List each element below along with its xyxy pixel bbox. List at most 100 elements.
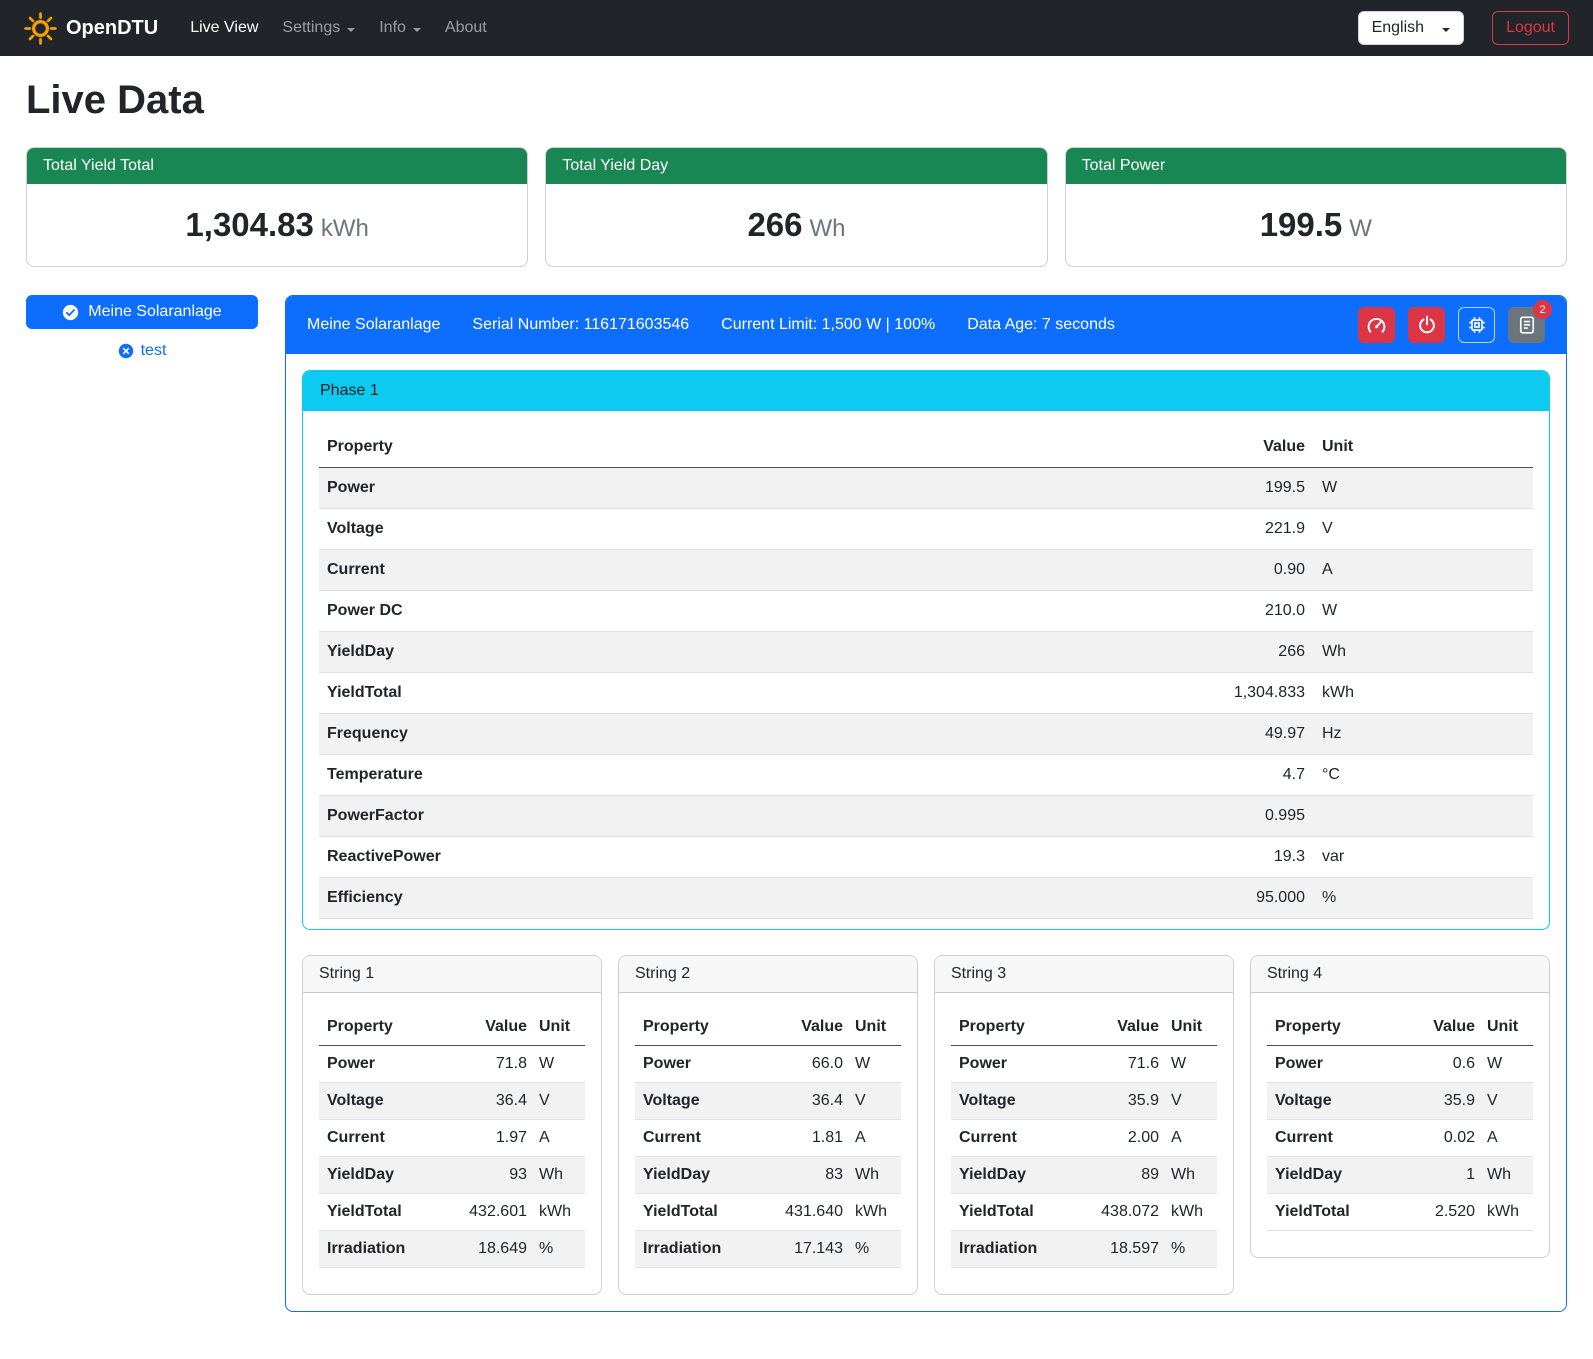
- device-info-button[interactable]: [1458, 307, 1495, 343]
- value-cell: 18.597: [1079, 1240, 1159, 1258]
- total-power-card: Total Power 199.5W: [1065, 147, 1567, 267]
- unit-cell: W: [1159, 1055, 1209, 1073]
- check-circle-icon: [62, 304, 79, 321]
- value-cell: 2.520: [1395, 1203, 1475, 1221]
- power-icon: [1417, 315, 1437, 335]
- property-cell: Temperature: [327, 766, 1185, 784]
- inverter-select-button[interactable]: Meine Solaranlage: [26, 295, 258, 329]
- nav-about-label: About: [445, 19, 487, 37]
- table-row: Power199.5W: [319, 468, 1533, 509]
- table-row: YieldDay93Wh: [319, 1157, 585, 1194]
- unit-cell: kWh: [1475, 1203, 1525, 1221]
- property-cell: YieldDay: [643, 1166, 763, 1184]
- unit-cell: W: [527, 1055, 577, 1073]
- unit-cell: A: [1475, 1129, 1525, 1147]
- brand-name: OpenDTU: [66, 17, 158, 40]
- property-cell: YieldTotal: [327, 684, 1185, 702]
- unit-cell: kWh: [1305, 684, 1525, 702]
- value-cell: 0.995: [1185, 807, 1305, 825]
- unit-cell: %: [1159, 1240, 1209, 1258]
- unit-header: Unit: [1475, 1018, 1525, 1036]
- table-row: Irradiation17.143%: [635, 1231, 901, 1268]
- unit-cell: kWh: [843, 1203, 893, 1221]
- nav-live-view-label: Live View: [190, 19, 258, 37]
- value-cell: 431.640: [763, 1203, 843, 1221]
- value-cell: 0.6: [1395, 1055, 1475, 1073]
- string-card: String 1 Property Value Unit Power71.8WV…: [302, 955, 602, 1295]
- property-cell: Current: [959, 1129, 1079, 1147]
- value-cell: 71.8: [447, 1055, 527, 1073]
- nav-settings[interactable]: Settings: [270, 11, 367, 45]
- table-row: Voltage36.4V: [635, 1083, 901, 1120]
- event-count-badge: 2: [1533, 300, 1552, 319]
- table-row: YieldDay89Wh: [951, 1157, 1217, 1194]
- table-row: Power0.6W: [1267, 1046, 1533, 1083]
- table-row: Voltage36.4V: [319, 1083, 585, 1120]
- property-cell: YieldTotal: [327, 1203, 447, 1221]
- table-row: YieldTotal2.520kWh: [1267, 1194, 1533, 1231]
- sun-icon: [24, 12, 57, 45]
- table-header-row: Property Value Unit: [635, 1009, 901, 1046]
- unit-header: Unit: [843, 1018, 893, 1036]
- value-cell: 66.0: [763, 1055, 843, 1073]
- property-cell: YieldDay: [327, 1166, 447, 1184]
- value-cell: 19.3: [1185, 848, 1305, 866]
- unit-cell: %: [527, 1240, 577, 1258]
- string-table: Power71.6WVoltage35.9VCurrent2.00AYieldD…: [951, 1046, 1217, 1268]
- summary-cards: Total Yield Total 1,304.83kWh Total Yiel…: [26, 147, 1567, 267]
- unit-cell: °C: [1305, 766, 1525, 784]
- unit-cell: V: [527, 1092, 577, 1110]
- property-cell: Power: [1275, 1055, 1395, 1073]
- property-cell: Irradiation: [327, 1240, 447, 1258]
- card-title: Total Yield Total: [27, 148, 527, 184]
- unit-cell: W: [843, 1055, 893, 1073]
- nav-about[interactable]: About: [433, 11, 499, 45]
- table-row: ReactivePower19.3var: [319, 837, 1533, 878]
- table-row: Frequency49.97Hz: [319, 714, 1533, 755]
- inverter-panel: Meine Solaranlage Serial Number: 1161716…: [285, 295, 1567, 1312]
- nav-live-view[interactable]: Live View: [178, 11, 270, 45]
- logout-button[interactable]: Logout: [1492, 11, 1569, 45]
- value-header: Value: [1185, 438, 1305, 456]
- event-log-button[interactable]: 2: [1508, 307, 1545, 343]
- strings-row: String 1 Property Value Unit Power71.8WV…: [302, 955, 1550, 1295]
- property-cell: Current: [327, 561, 1185, 579]
- value-cell: 83: [763, 1166, 843, 1184]
- value-header: Value: [1395, 1018, 1475, 1036]
- property-cell: Power DC: [327, 602, 1185, 620]
- current-limit: Current Limit: 1,500 W | 100%: [721, 316, 935, 334]
- card-value: 1,304.83: [185, 206, 313, 243]
- table-row: Power66.0W: [635, 1046, 901, 1083]
- table-row: YieldTotal431.640kWh: [635, 1194, 901, 1231]
- property-header: Property: [959, 1018, 1079, 1036]
- brand[interactable]: OpenDTU: [24, 12, 158, 45]
- inverter-sidebar: Meine Solaranlage test: [26, 295, 258, 360]
- value-cell: 49.97: [1185, 725, 1305, 743]
- sidebar-item-test[interactable]: test: [26, 342, 258, 360]
- value-cell: 1.81: [763, 1129, 843, 1147]
- property-cell: Irradiation: [959, 1240, 1079, 1258]
- nav-info[interactable]: Info: [367, 11, 433, 45]
- table-row: Current1.81A: [635, 1120, 901, 1157]
- page-title: Live Data: [26, 78, 1567, 123]
- property-cell: PowerFactor: [327, 807, 1185, 825]
- unit-cell: kWh: [527, 1203, 577, 1221]
- value-cell: 2.00: [1079, 1129, 1159, 1147]
- chevron-down-icon: [1442, 28, 1450, 32]
- card-unit: kWh: [321, 215, 369, 242]
- unit-cell: Hz: [1305, 725, 1525, 743]
- value-cell: 210.0: [1185, 602, 1305, 620]
- unit-cell: %: [843, 1240, 893, 1258]
- value-cell: 4.7: [1185, 766, 1305, 784]
- value-header: Value: [763, 1018, 843, 1036]
- property-header: Property: [327, 438, 1185, 456]
- cpu-icon: [1467, 315, 1487, 335]
- unit-header: Unit: [1305, 438, 1525, 456]
- power-toggle-button[interactable]: [1408, 307, 1445, 343]
- inverter-panel-body: Phase 1 Property Value Unit Power199.5WV…: [286, 354, 1566, 1311]
- limit-settings-button[interactable]: [1358, 307, 1395, 343]
- language-select[interactable]: English: [1358, 11, 1464, 45]
- main-row: Meine Solaranlage test Meine Solaranlage…: [26, 295, 1567, 1312]
- card-body: 266Wh: [546, 184, 1046, 266]
- nav-settings-label: Settings: [282, 19, 340, 37]
